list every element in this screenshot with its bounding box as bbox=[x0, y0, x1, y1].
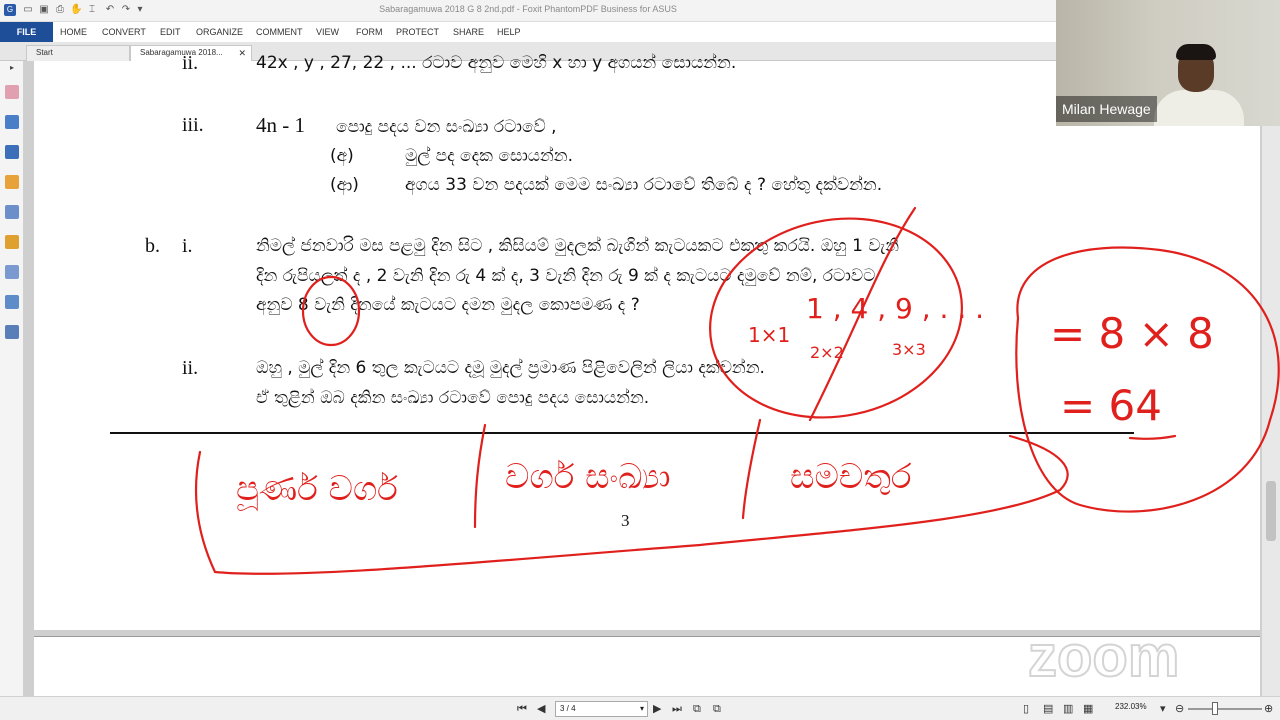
video-tile[interactable]: Milan Hewage bbox=[1056, 0, 1280, 126]
ink-divider-2 bbox=[741, 418, 762, 520]
ink-mult3: 3×3 bbox=[892, 340, 926, 359]
zoom-slider-handle[interactable] bbox=[1212, 702, 1218, 715]
page-indicator: 3 / 4 bbox=[560, 704, 576, 713]
ink-sequence: 1 , 4 , 9 , . . . bbox=[806, 292, 984, 325]
ink-bottom-2: වර්ග සංඛ්‍යා bbox=[505, 457, 671, 497]
ink-divider-1 bbox=[473, 423, 487, 529]
ink-bottom-1: පූර්ණ වර්ග bbox=[236, 469, 398, 511]
status-bar: ⏮ ◀ 3 / 4 ▾ ▶ ⏭ ⧉ ⧉ ▯ ▤ ▥ ▦ 232.03% ▾ ⊖ … bbox=[0, 696, 1280, 720]
ink-bottom-3: සමචතුර bbox=[790, 457, 912, 497]
ink-circle-8 bbox=[301, 275, 361, 347]
continuous-page-icon[interactable]: ▤ bbox=[1043, 701, 1053, 717]
ink-circle-answer bbox=[1015, 246, 1280, 513]
ink-mult2: 2×2 bbox=[810, 343, 844, 362]
first-page-icon[interactable]: ⏮ bbox=[517, 701, 527, 717]
next-view-icon[interactable]: ⧉ bbox=[713, 701, 721, 717]
zoom-level[interactable]: 232.03% bbox=[1115, 702, 1147, 711]
single-page-icon[interactable]: ▯ bbox=[1023, 701, 1029, 717]
participant-hair bbox=[1176, 44, 1216, 60]
previous-view-icon[interactable]: ⧉ bbox=[693, 701, 701, 717]
zoom-watermark: zoom bbox=[1027, 628, 1180, 684]
next-page-icon[interactable]: ▶ bbox=[653, 701, 661, 717]
ink-underline bbox=[1128, 434, 1177, 440]
ink-mult1: 1×1 bbox=[748, 323, 790, 347]
participant-name: Milan Hewage bbox=[1056, 96, 1157, 122]
last-page-icon[interactable]: ⏭ bbox=[672, 701, 682, 717]
continuous-facing-icon[interactable]: ▦ bbox=[1083, 701, 1093, 717]
watermark-text: zoom bbox=[1028, 628, 1179, 684]
zoom-out-icon[interactable]: ⊖ bbox=[1175, 701, 1184, 717]
zoom-in-icon[interactable]: ⊕ bbox=[1264, 701, 1273, 717]
zoom-dropdown-icon[interactable]: ▾ bbox=[1160, 701, 1166, 717]
previous-page-icon[interactable]: ◀ bbox=[537, 701, 545, 717]
ink-eq1: = 8 × 8 bbox=[1050, 309, 1214, 358]
zoom-slider[interactable] bbox=[1188, 708, 1262, 710]
participant-shirt bbox=[1154, 90, 1244, 126]
facing-page-icon[interactable]: ▥ bbox=[1063, 701, 1073, 717]
page-number-input[interactable]: 3 / 4 ▾ bbox=[555, 701, 648, 717]
ink-eq2: = 64 bbox=[1060, 381, 1162, 430]
page-dropdown-icon[interactable]: ▾ bbox=[640, 702, 644, 716]
